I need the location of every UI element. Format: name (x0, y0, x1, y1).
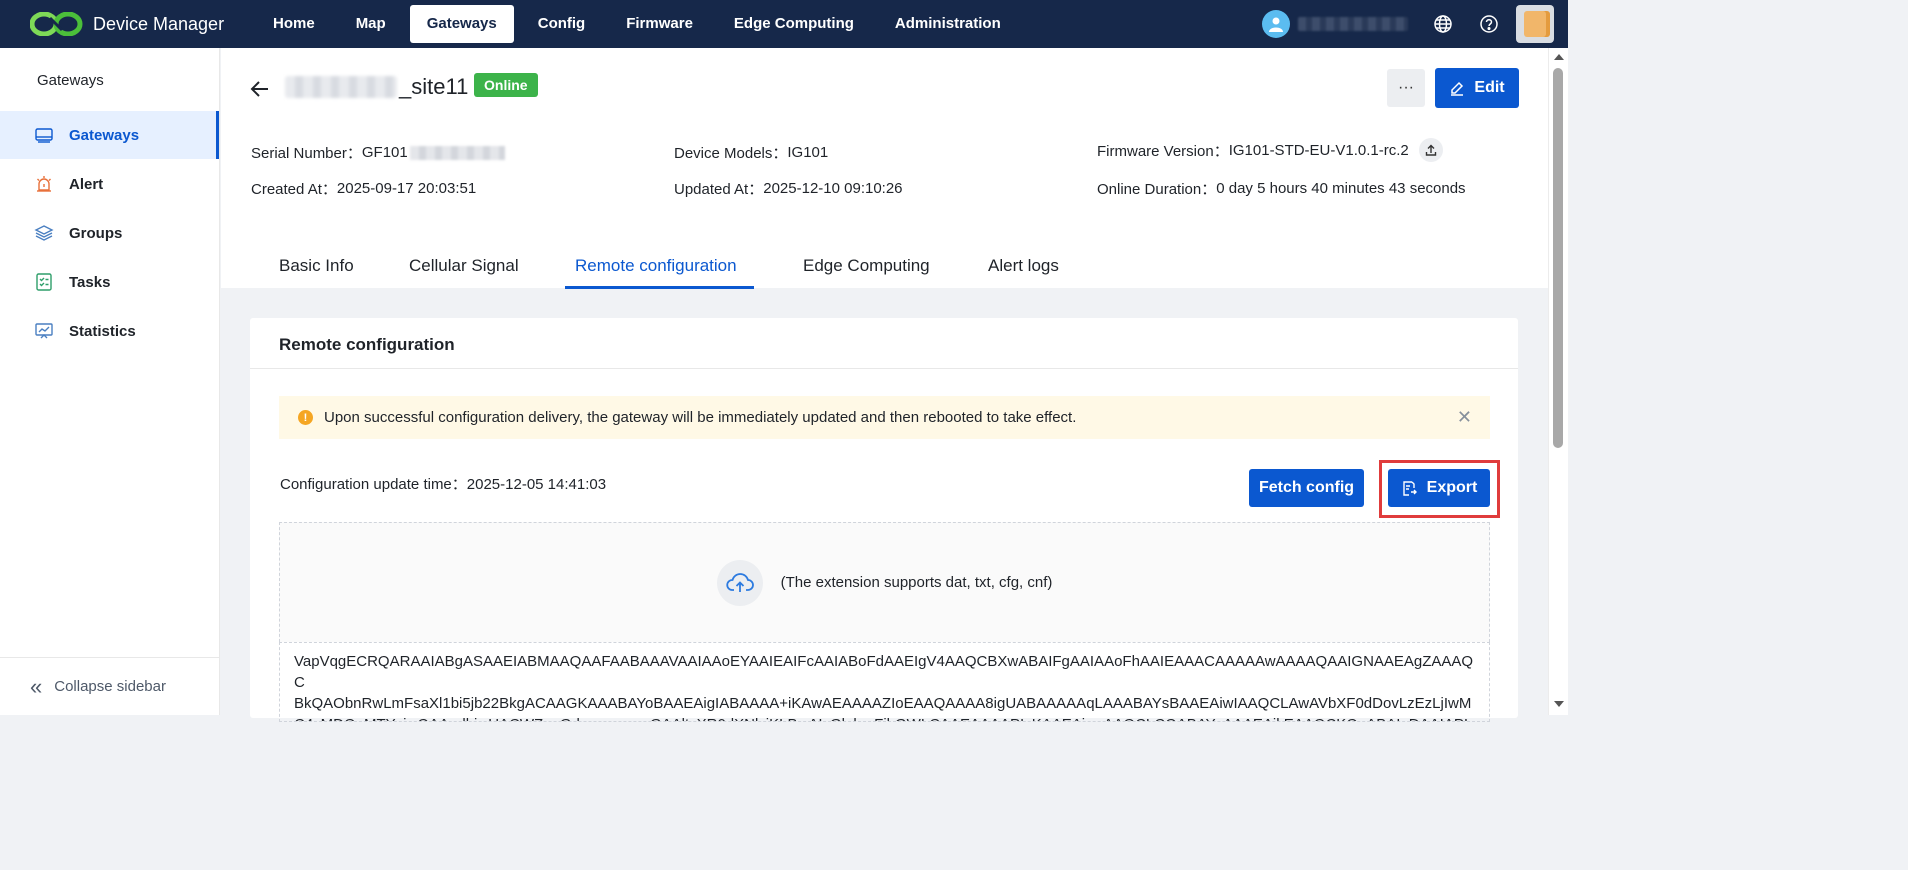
sidebar-item-statistics[interactable]: Statistics (0, 307, 219, 355)
nav-gateways[interactable]: Gateways (409, 5, 514, 43)
top-navigation-bar: Device Manager Home Map Gateways Config … (0, 0, 1568, 48)
sidebar-item-label: Tasks (69, 273, 111, 291)
sidebar-title: Gateways (37, 72, 104, 89)
device-name: _site11 (285, 74, 468, 100)
tab-basic-info[interactable]: Basic Info (279, 244, 354, 288)
config-content-textarea[interactable]: VapVqgECRQARAAIABgASAAEIABMAAQAAFAABAAAV… (279, 642, 1490, 722)
edit-button[interactable]: Edit (1435, 68, 1519, 108)
export-icon (1402, 480, 1417, 496)
device-models-label: Device Models： (674, 145, 788, 162)
status-badge: Online (474, 73, 538, 97)
created-at-label: Created At： (251, 181, 337, 198)
sidebar-item-label: Statistics (69, 322, 136, 340)
config-line: VapVqgECRQARAAIABgASAAEIABMAAQAAFAABAAAV… (294, 653, 1474, 691)
brand[interactable]: Device Manager (30, 12, 256, 36)
warning-icon: ! (298, 410, 313, 425)
sidebar-item-gateways[interactable]: Gateways (0, 111, 219, 159)
chart-icon (34, 321, 54, 341)
update-time-value: 2025-12-05 14:41:03 (466, 476, 607, 493)
created-at-field: Created At： 2025-09-17 20:03:51 (251, 178, 476, 199)
help-icon[interactable] (1478, 13, 1500, 35)
active-tab-indicator (565, 286, 754, 289)
scroll-up-icon[interactable] (1554, 54, 1564, 60)
created-at-value: 2025-09-17 20:03:51 (336, 180, 477, 197)
app-title: Device Manager (93, 13, 225, 34)
update-time-label: Configuration update time： (280, 476, 467, 493)
device-name-redacted (285, 76, 397, 98)
serial-number-label: Serial Number： (251, 145, 362, 162)
firmware-version-field: Firmware Version： IG101-STD-EU-V1.0.1-rc… (1097, 138, 1443, 162)
back-arrow-icon[interactable] (249, 78, 271, 100)
sidebar-item-alert[interactable]: Alert (0, 160, 219, 208)
layers-icon (34, 223, 54, 243)
upload-hint: (The extension supports dat, txt, cfg, c… (780, 574, 1053, 591)
firmware-version-value: IG101-STD-EU-V1.0.1-rc.2 (1228, 141, 1409, 159)
device-name-suffix: _site11 (399, 74, 469, 99)
online-duration-label: Online Duration： (1097, 181, 1217, 198)
alert-text: Upon successful configuration delivery, … (324, 409, 1077, 426)
nav-administration[interactable]: Administration (878, 5, 1018, 43)
double-chevron-left-icon: « (30, 673, 43, 699)
nav-home[interactable]: Home (256, 5, 332, 43)
export-button-label: Export (1426, 479, 1478, 496)
alarm-icon (34, 174, 54, 194)
fetch-config-button[interactable]: Fetch config (1249, 469, 1364, 507)
top-right-controls (1262, 0, 1554, 48)
tab-edge-computing[interactable]: Edge Computing (803, 244, 930, 288)
config-line: BkQAObnRwLmFsaXl1bi5jb22BkgACAAGKAAABAYo… (294, 695, 1472, 712)
updated-at-field: Updated At： 2025-12-10 09:10:26 (674, 178, 903, 199)
scroll-down-icon[interactable] (1554, 701, 1564, 707)
updated-at-label: Updated At： (674, 181, 764, 198)
sidebar-item-label: Groups (69, 224, 123, 242)
sidebar: Gateways Gateways Alert Groups Tasks Sta… (0, 48, 220, 715)
sidebar-item-label: Alert (69, 175, 104, 193)
close-icon[interactable]: ✕ (1457, 408, 1472, 426)
user-avatar-icon[interactable] (1262, 10, 1290, 38)
serial-number-field: Serial Number： GF101 (251, 142, 505, 163)
card-title: Remote configuration (250, 318, 1518, 369)
brand-logo-icon (30, 12, 83, 36)
user-name-redacted[interactable] (1298, 17, 1408, 31)
config-line: C4xMDQuMTYziwQAAgdbiwUACWZoaGdgampnaosGA… (294, 714, 1475, 721)
edit-button-label: Edit (1474, 79, 1505, 96)
serial-number-redacted (409, 145, 505, 160)
nav-firmware[interactable]: Firmware (609, 5, 710, 43)
task-list-icon (34, 272, 54, 292)
edit-icon (1451, 81, 1464, 96)
export-button[interactable]: Export (1388, 469, 1490, 507)
tab-alert-logs[interactable]: Alert logs (988, 244, 1059, 288)
online-duration-value: 0 day 5 hours 40 minutes 43 seconds (1216, 180, 1466, 197)
tab-cellular-signal[interactable]: Cellular Signal (409, 244, 519, 288)
online-duration-field: Online Duration： 0 day 5 hours 40 minute… (1097, 178, 1466, 199)
collapse-sidebar-label: Collapse sidebar (54, 678, 166, 695)
warning-alert: ! Upon successful configuration delivery… (279, 396, 1490, 439)
tab-remote-configuration[interactable]: Remote configuration (575, 244, 737, 288)
nav-edge-computing[interactable]: Edge Computing (717, 5, 871, 43)
updated-at-value: 2025-12-10 09:10:26 (763, 180, 903, 197)
nav-config[interactable]: Config (521, 5, 602, 43)
sidebar-item-label: Gateways (69, 126, 140, 144)
serial-number-value: GF101 (361, 144, 408, 161)
collapse-sidebar-button[interactable]: « Collapse sidebar (0, 657, 219, 715)
page-scrollbar[interactable] (1548, 48, 1568, 715)
globe-icon[interactable] (1432, 13, 1454, 35)
firmware-version-label: Firmware Version： (1097, 142, 1229, 160)
config-update-time: Configuration update time：2025-12-05 14:… (280, 473, 606, 494)
profile-avatar[interactable] (1516, 5, 1554, 43)
sidebar-item-groups[interactable]: Groups (0, 209, 219, 257)
device-models-value: IG101 (787, 144, 829, 161)
config-upload-dropzone[interactable]: (The extension supports dat, txt, cfg, c… (279, 522, 1490, 642)
main-nav: Home Map Gateways Config Firmware Edge C… (256, 0, 1025, 48)
device-models-field: Device Models： IG101 (674, 142, 828, 163)
device-header: _site11 Online ··· Edit Serial Number： G… (221, 48, 1548, 289)
sidebar-item-tasks[interactable]: Tasks (0, 258, 219, 306)
more-actions-button[interactable]: ··· (1387, 69, 1425, 107)
firmware-upgrade-icon[interactable] (1418, 138, 1443, 162)
scroll-thumb[interactable] (1553, 68, 1563, 448)
nav-map[interactable]: Map (339, 5, 403, 43)
profile-image (1524, 11, 1546, 37)
gateway-icon (34, 125, 54, 145)
cloud-upload-icon (716, 559, 763, 606)
remote-configuration-card: Remote configuration ! Upon successful c… (250, 318, 1518, 722)
